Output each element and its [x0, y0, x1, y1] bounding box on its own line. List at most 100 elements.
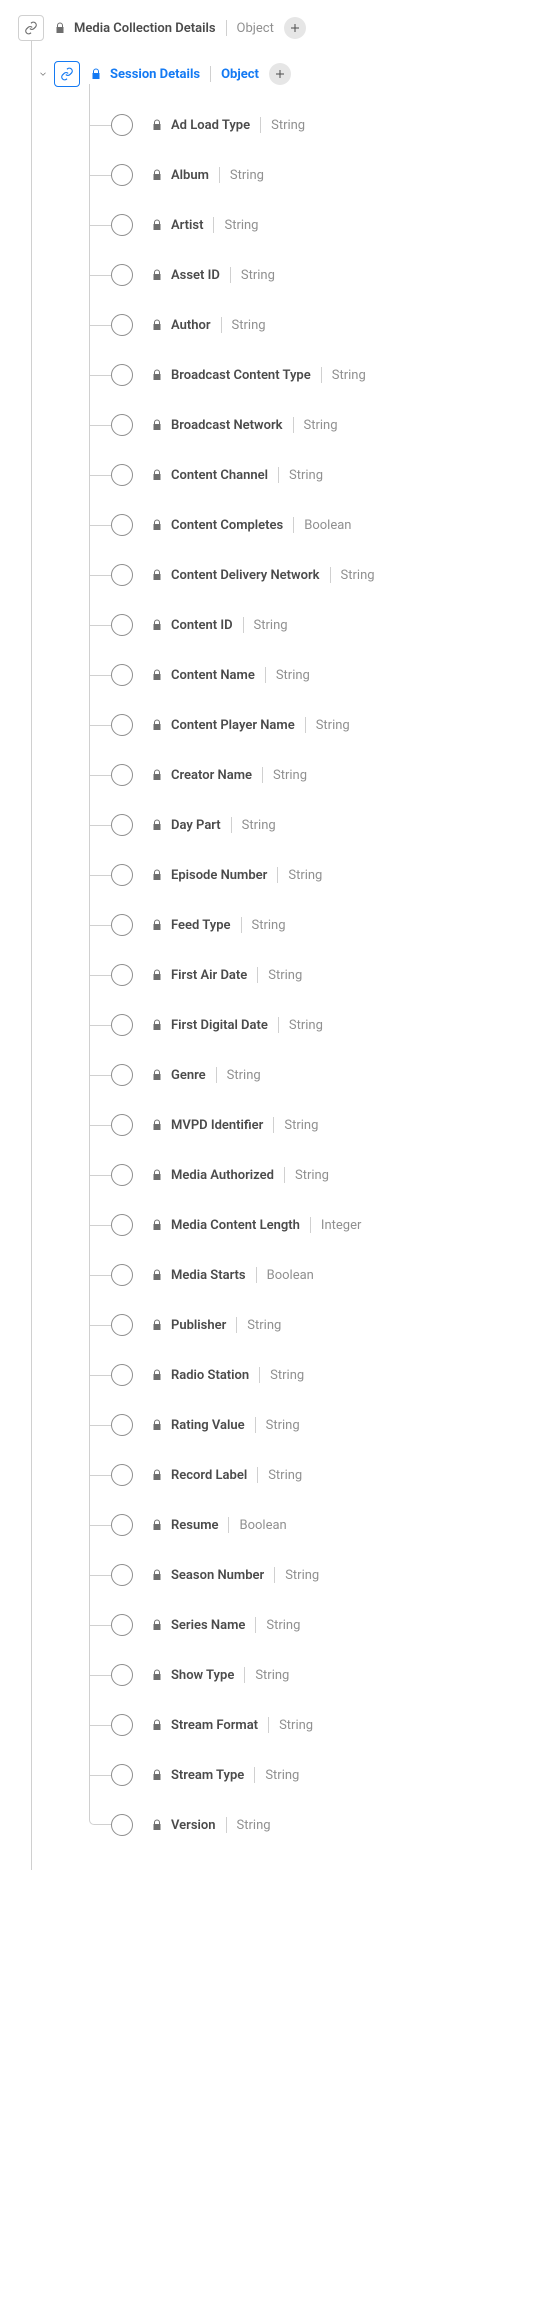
lock-icon [151, 1119, 163, 1131]
field-type: String [247, 1318, 281, 1333]
tree-leaf-node[interactable]: Stream TypeString [0, 1750, 550, 1800]
lock-icon [151, 1519, 163, 1531]
tree-connector [89, 1575, 111, 1576]
separator [231, 817, 232, 833]
lock-icon [151, 519, 163, 531]
tree-connector [89, 725, 111, 726]
node-label: Session Details [110, 67, 200, 82]
field-type: String [237, 1818, 271, 1833]
separator [257, 967, 258, 983]
tree-connector [89, 675, 111, 676]
separator [321, 367, 322, 383]
tree-leaf-node[interactable]: Content ChannelString [0, 450, 550, 500]
tree-leaf-node[interactable]: ResumeBoolean [0, 1500, 550, 1550]
field-label: Creator Name [171, 768, 252, 783]
field-label: Broadcast Content Type [171, 368, 311, 383]
field-type-circle [111, 314, 133, 336]
tree-leaf-node[interactable]: Broadcast NetworkString [0, 400, 550, 450]
tree-leaf-node[interactable]: Content Player NameString [0, 700, 550, 750]
field-type-circle [111, 1364, 133, 1386]
tree-leaf-node[interactable]: Content NameString [0, 650, 550, 700]
lock-icon [151, 119, 163, 131]
tree-leaf-node[interactable]: Ad Load TypeString [0, 100, 550, 150]
field-type: String [304, 418, 338, 433]
separator [278, 1017, 279, 1033]
tree-leaf-node[interactable]: Episode NumberString [0, 850, 550, 900]
separator [213, 217, 214, 233]
field-type-circle [111, 1064, 133, 1086]
field-type-circle [111, 1164, 133, 1186]
tree-leaf-node[interactable]: Media Content LengthInteger [0, 1200, 550, 1250]
separator [257, 1467, 258, 1483]
field-label: Radio Station [171, 1368, 249, 1383]
tree-leaf-node[interactable]: Season NumberString [0, 1550, 550, 1600]
tree-leaf-node[interactable]: Media StartsBoolean [0, 1250, 550, 1300]
tree-leaf-node[interactable]: Record LabelString [0, 1450, 550, 1500]
chevron-down-icon[interactable] [38, 69, 48, 79]
tree-leaf-node[interactable]: AuthorString [0, 300, 550, 350]
tree-leaf-node[interactable]: Content IDString [0, 600, 550, 650]
tree-leaf-node[interactable]: Asset IDString [0, 250, 550, 300]
tree-leaf-node[interactable]: Creator NameString [0, 750, 550, 800]
tree-leaf-node[interactable]: Content Delivery NetworkString [0, 550, 550, 600]
field-type: String [289, 1018, 323, 1033]
tree-leaf-node[interactable]: Broadcast Content TypeString [0, 350, 550, 400]
tree-leaf-node[interactable]: Radio StationString [0, 1350, 550, 1400]
field-label: Genre [171, 1068, 206, 1083]
tree-node-media-collection-details[interactable]: Media Collection Details Object [0, 10, 550, 46]
lock-icon [151, 319, 163, 331]
separator [305, 717, 306, 733]
lock-icon [151, 1069, 163, 1081]
tree-leaf-node[interactable]: GenreString [0, 1050, 550, 1100]
separator [226, 1817, 227, 1833]
field-type: String [271, 118, 305, 133]
add-field-button[interactable] [284, 17, 306, 39]
add-field-button[interactable] [269, 63, 291, 85]
field-label: Stream Type [171, 1768, 244, 1783]
field-label: Media Content Length [171, 1218, 300, 1233]
tree-leaf-node[interactable]: Series NameString [0, 1600, 550, 1650]
tree-leaf-node[interactable]: Stream FormatString [0, 1700, 550, 1750]
tree-leaf-node[interactable]: VersionString [0, 1800, 550, 1850]
field-label: Content Player Name [171, 718, 295, 733]
field-type-circle [111, 214, 133, 236]
field-label: Asset ID [171, 268, 220, 283]
lock-icon [151, 969, 163, 981]
field-type-circle [111, 1014, 133, 1036]
field-type-circle [111, 1664, 133, 1686]
tree-leaf-node[interactable]: MVPD IdentifierString [0, 1100, 550, 1150]
field-type-circle [111, 914, 133, 936]
tree-leaf-node[interactable]: Day PartString [0, 800, 550, 850]
tree-leaf-node[interactable]: Rating ValueString [0, 1400, 550, 1450]
lock-icon [151, 419, 163, 431]
tree-leaf-node[interactable]: Media AuthorizedString [0, 1150, 550, 1200]
field-type: String [252, 918, 286, 933]
field-type-circle [111, 464, 133, 486]
tree-leaf-node[interactable]: ArtistString [0, 200, 550, 250]
tree-leaf-node[interactable]: First Air DateString [0, 950, 550, 1000]
tree-connector [89, 325, 111, 326]
lock-icon [151, 219, 163, 231]
field-type: String [341, 568, 375, 583]
lock-icon [151, 1469, 163, 1481]
tree-connector [89, 375, 111, 376]
field-type-circle [111, 264, 133, 286]
tree-leaf-node[interactable]: PublisherString [0, 1300, 550, 1350]
field-label: Author [171, 318, 211, 333]
field-type-circle [111, 864, 133, 886]
tree-leaf-node[interactable]: Feed TypeString [0, 900, 550, 950]
tree-leaf-node[interactable]: Show TypeString [0, 1650, 550, 1700]
field-label: Content Completes [171, 518, 283, 533]
tree-node-session-details[interactable]: Session Details Object [0, 56, 550, 92]
field-type: String [268, 1468, 302, 1483]
separator [256, 1267, 257, 1283]
tree-leaf-node[interactable]: Content CompletesBoolean [0, 500, 550, 550]
tree-connector [89, 1025, 111, 1026]
tree-leaf-node[interactable]: First Digital DateString [0, 1000, 550, 1050]
field-label: Show Type [171, 1668, 234, 1683]
separator [244, 1667, 245, 1683]
lock-icon [151, 1569, 163, 1581]
tree-leaf-node[interactable]: AlbumString [0, 150, 550, 200]
link-icon [60, 67, 74, 81]
field-type: String [254, 618, 288, 633]
